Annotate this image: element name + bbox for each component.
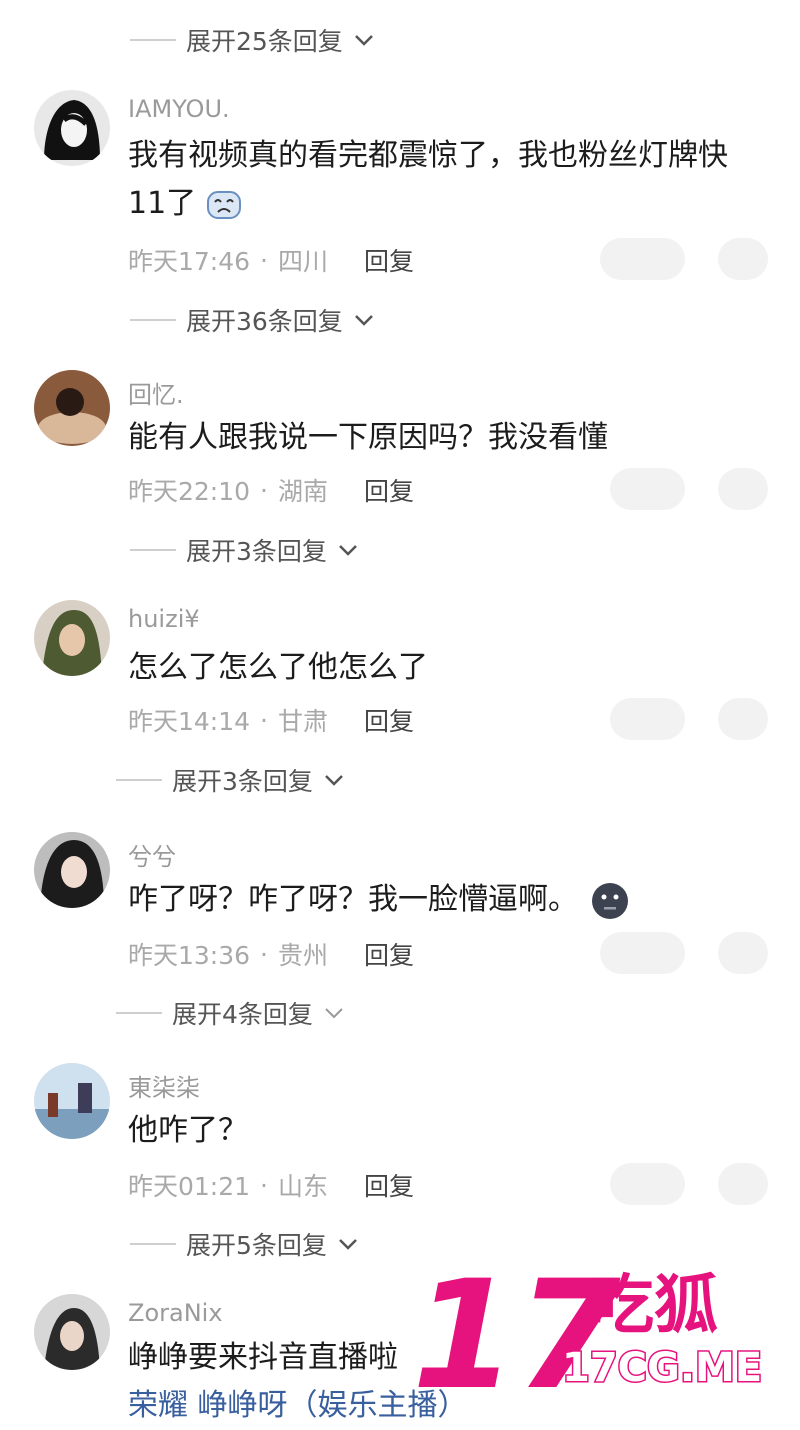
- faded-share-button[interactable]: [600, 238, 685, 280]
- faded-like-button[interactable]: [718, 468, 768, 510]
- username[interactable]: IAMYOU.: [128, 95, 230, 123]
- faded-share-button[interactable]: [610, 698, 685, 740]
- watermark-domain: 17CG.ME: [562, 1345, 762, 1391]
- comment-text: 我有视频真的看完都震惊了，我也粉丝灯牌快 11了: [128, 132, 770, 228]
- chevron-down-icon: [339, 1239, 357, 1250]
- expand-replies-label: 展开5条回复: [186, 1231, 327, 1260]
- faded-share-button[interactable]: [610, 468, 685, 510]
- expand-replies-label: 展开25条回复: [186, 27, 343, 56]
- blank-face-emoji-icon: [591, 882, 628, 919]
- comment-time: 昨天13:36: [128, 941, 251, 970]
- comment-line: 我有视频真的看完都震惊了，我也粉丝灯牌快: [128, 138, 728, 173]
- comment-line: 咋了呀？咋了呀？我一脸懵逼啊。: [128, 882, 578, 917]
- username[interactable]: 東柒柒: [128, 1068, 200, 1103]
- reply-button[interactable]: 回复: [364, 936, 414, 972]
- expand-replies-label: 展开36条回复: [186, 307, 343, 336]
- comment-time: 昨天22:10: [128, 477, 251, 506]
- comment-location: 山东: [278, 1172, 329, 1201]
- comment-line: 11了: [128, 180, 770, 228]
- comment-time: 昨天01:21: [128, 1172, 251, 1201]
- comment-text: 咋了呀？咋了呀？我一脸懵逼啊。: [128, 876, 770, 924]
- comment-time: 昨天14:14: [128, 707, 251, 736]
- expand-replies-button[interactable]: 展开36条回复: [130, 300, 375, 340]
- chevron-down-icon: [339, 545, 357, 556]
- reply-button[interactable]: 回复: [364, 242, 414, 278]
- avatar[interactable]: [34, 1063, 110, 1139]
- username[interactable]: 回忆.: [128, 375, 184, 410]
- avatar[interactable]: [34, 1294, 110, 1370]
- comment-meta: 昨天01:21 · 山东 回复: [128, 1167, 414, 1203]
- avatar[interactable]: [34, 832, 110, 908]
- username[interactable]: ZoraNix: [128, 1299, 223, 1327]
- meta-separator: ·: [260, 939, 268, 969]
- comment-location: 甘肃: [278, 707, 329, 736]
- comment-time: 昨天17:46: [128, 247, 251, 276]
- comment-meta: 昨天22:10 · 湖南 回复: [128, 472, 414, 508]
- expand-replies-button[interactable]: 展开3条回复: [130, 530, 359, 570]
- comment-line-end: 11了: [128, 186, 197, 221]
- faded-share-button[interactable]: [610, 1163, 685, 1205]
- meta-separator: ·: [260, 705, 268, 735]
- watermark-logo: 17 吃狐 17CG.ME: [412, 1255, 764, 1415]
- username[interactable]: 兮兮: [128, 837, 176, 872]
- expand-replies-button[interactable]: 展开5条回复: [130, 1224, 359, 1264]
- divider-line: [130, 319, 176, 321]
- divider-line: [130, 1243, 176, 1245]
- username[interactable]: huizi¥: [128, 605, 200, 633]
- expand-replies-label: 展开3条回复: [172, 767, 313, 796]
- avatar[interactable]: [34, 90, 110, 166]
- chevron-down-icon: [325, 1008, 343, 1019]
- meta-separator: ·: [260, 475, 268, 505]
- comment-text: 能有人跟我说一下原因吗？我没看懂: [128, 420, 608, 455]
- comment-meta: 昨天13:36 · 贵州 回复: [128, 936, 414, 972]
- comment-location: 湖南: [278, 477, 329, 506]
- reply-button[interactable]: 回复: [364, 702, 414, 738]
- expand-replies-button[interactable]: 展开3条回复: [116, 760, 345, 800]
- divider-line: [116, 779, 162, 781]
- chevron-down-icon: [325, 775, 343, 786]
- crying-emoji-icon: [206, 190, 241, 219]
- faded-like-button[interactable]: [718, 932, 768, 974]
- expand-replies-button[interactable]: 展开25条回复: [130, 20, 375, 60]
- faded-share-button[interactable]: [600, 932, 685, 974]
- expand-replies-label: 展开4条回复: [172, 1000, 313, 1029]
- comment-text: 他咋了？: [128, 1113, 248, 1148]
- comment-location: 四川: [278, 247, 329, 276]
- avatar[interactable]: [34, 370, 110, 446]
- chevron-down-icon: [354, 315, 373, 326]
- comment-text: 怎么了怎么了他怎么了: [128, 650, 428, 685]
- faded-like-button[interactable]: [718, 238, 768, 280]
- faded-like-button[interactable]: [718, 1163, 768, 1205]
- meta-separator: ·: [260, 245, 268, 275]
- divider-line: [130, 549, 176, 551]
- comment-meta: 昨天14:14 · 甘肃 回复: [128, 702, 414, 738]
- divider-line: [116, 1012, 162, 1014]
- watermark-chinese: 吃狐: [590, 1269, 718, 1343]
- divider-line: [130, 39, 176, 41]
- reply-button[interactable]: 回复: [364, 1167, 414, 1203]
- expand-replies-label: 展开3条回复: [186, 537, 327, 566]
- avatar[interactable]: [34, 600, 110, 676]
- faded-like-button[interactable]: [718, 698, 768, 740]
- reply-button[interactable]: 回复: [364, 472, 414, 508]
- expand-replies-button[interactable]: 展开4条回复: [116, 993, 345, 1033]
- comment-location: 贵州: [278, 941, 329, 970]
- chevron-down-icon: [354, 35, 373, 46]
- comment-meta: 昨天17:46 · 四川 回复: [128, 242, 414, 278]
- meta-separator: ·: [260, 1170, 268, 1200]
